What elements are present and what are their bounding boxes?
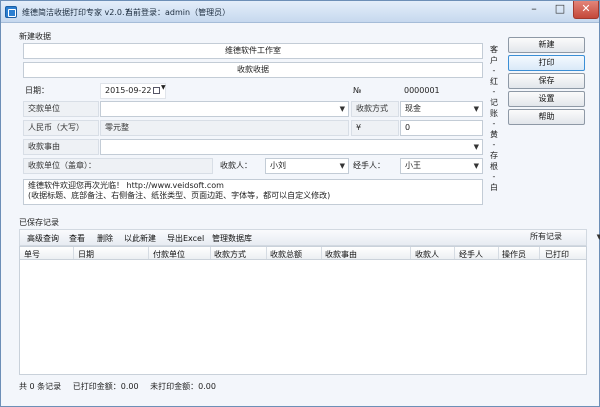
rmb-uppercase-value: 零元整 xyxy=(100,120,349,136)
date-label: 日期： xyxy=(25,86,49,95)
column-header-operator[interactable]: 操作员 xyxy=(502,249,526,260)
column-header-number[interactable]: 单号 xyxy=(24,249,40,260)
records-table[interactable]: 单号 日期 付款单位 收款方式 收款总额 收款事由 收款人 经手人 操作员 已打… xyxy=(19,246,587,375)
number-label: № xyxy=(353,86,362,95)
saved-records-group-label: 已保存记录 xyxy=(19,218,59,227)
unprinted-amount: 未打印金额：0.00 xyxy=(150,382,216,391)
delete-button[interactable]: 删除 xyxy=(97,233,113,244)
chevron-down-icon: ▼ xyxy=(596,233,600,241)
chevron-down-icon: ▼ xyxy=(473,162,479,170)
records-toolbar: 高级查询 查看 删除 以此新建 导出Excel 管理数据库 所有记录 ▼ xyxy=(19,229,600,246)
receiver-value: 小刘 xyxy=(270,161,286,170)
notes-line-1: 维德软件欢迎您再次光临！ http://www.veidsoft.com xyxy=(28,181,224,190)
column-header-receiver[interactable]: 收款人 xyxy=(415,249,439,260)
current-user-label: 当前登录：admin（管理员） xyxy=(125,8,231,17)
side-note: 客 户 - 红 - 记 账 - 黄 - 存 根 - 白 xyxy=(490,45,498,192)
new-from-this-button[interactable]: 以此新建 xyxy=(124,233,156,244)
chevron-down-icon: ▼ xyxy=(473,105,479,113)
view-button[interactable]: 查看 xyxy=(69,233,85,244)
record-count: 共 0 条记录 xyxy=(19,382,62,391)
new-button[interactable]: 新建 xyxy=(508,37,585,53)
app-window: 维德简洁收据打印专家 v2.0.7 当前登录：admin（管理员） – □ ✕ … xyxy=(0,0,600,407)
record-filter-value: 所有记录 xyxy=(530,232,562,241)
settings-button[interactable]: 设置 xyxy=(508,91,585,107)
advanced-search-button[interactable]: 高级查询 xyxy=(27,233,59,244)
manage-database-button[interactable]: 管理数据库 xyxy=(212,233,252,244)
close-button[interactable]: ✕ xyxy=(573,1,599,19)
reason-select[interactable]: ▼ xyxy=(100,139,483,155)
handler-label: 经手人： xyxy=(353,161,385,170)
table-header: 单号 日期 付款单位 收款方式 收款总额 收款事由 收款人 经手人 操作员 已打… xyxy=(20,247,586,260)
receiver-label: 收款人： xyxy=(220,161,252,170)
status-bar: 共 0 条记录 已打印金额：0.00 未打印金额：0.00 xyxy=(19,381,225,392)
column-header-method[interactable]: 收款方式 xyxy=(214,249,246,260)
receipt-title-field[interactable]: 收款收据 xyxy=(23,62,483,78)
minimize-button[interactable]: – xyxy=(521,1,547,19)
export-excel-button[interactable]: 导出Excel xyxy=(167,233,204,244)
column-header-reason[interactable]: 收款事由 xyxy=(325,249,357,260)
receipt-number: 0000001 xyxy=(404,86,440,95)
chevron-down-icon: ▼ xyxy=(473,143,479,151)
app-icon xyxy=(5,6,17,18)
calendar-icon[interactable] xyxy=(153,87,160,94)
date-value: 2015-09-22 xyxy=(105,86,152,95)
print-button[interactable]: 打印 xyxy=(508,55,585,71)
payer-label: 交款单位 xyxy=(23,101,99,117)
handler-value: 小王 xyxy=(405,161,421,170)
record-filter-select[interactable]: 所有记录 ▼ xyxy=(527,231,600,245)
notes-line-2: (收据标题、底部备注、右侧备注、纸张类型、页面边距、字体等，都可以自定义修改) xyxy=(28,191,331,200)
seal-label: 收款单位（盖章）： xyxy=(23,158,213,174)
method-value: 现金 xyxy=(405,104,421,113)
column-header-printed[interactable]: 已打印 xyxy=(545,249,569,260)
column-header-payer[interactable]: 付款单位 xyxy=(153,249,185,260)
method-label: 收款方式 xyxy=(351,101,399,117)
payment-method-select[interactable]: 现金 ▼ xyxy=(400,101,483,117)
maximize-button[interactable]: □ xyxy=(547,1,573,19)
column-header-total[interactable]: 收款总额 xyxy=(270,249,302,260)
window-title: 维德简洁收据打印专家 v2.0.7 xyxy=(22,8,130,17)
column-header-handler[interactable]: 经手人 xyxy=(459,249,483,260)
save-button[interactable]: 保存 xyxy=(508,73,585,89)
bottom-notes-field[interactable]: 维德软件欢迎您再次光临！ http://www.veidsoft.com (收据… xyxy=(23,179,483,205)
yen-label: ¥ xyxy=(351,120,399,136)
amount-input[interactable]: 0 xyxy=(400,120,483,136)
chevron-down-icon: ▼ xyxy=(339,105,345,113)
printed-amount: 已打印金额：0.00 xyxy=(72,382,139,391)
rmb-label: 人民币（大写） xyxy=(23,120,99,136)
chevron-down-icon: ▼ xyxy=(339,162,345,170)
chevron-down-icon[interactable]: ▼ xyxy=(161,84,166,91)
help-button[interactable]: 帮助 xyxy=(508,109,585,125)
new-receipt-group-label: 新建收据 xyxy=(19,32,51,41)
title-bar[interactable]: 维德简洁收据打印专家 v2.0.7 当前登录：admin（管理员） – □ ✕ xyxy=(1,1,599,23)
column-header-date[interactable]: 日期 xyxy=(78,249,94,260)
reason-label: 收款事由 xyxy=(23,139,99,155)
handler-select[interactable]: 小王 ▼ xyxy=(400,158,483,174)
company-name-field[interactable]: 维德软件工作室 xyxy=(23,43,483,59)
payer-select[interactable]: ▼ xyxy=(100,101,349,117)
receiver-select[interactable]: 小刘 ▼ xyxy=(265,158,349,174)
